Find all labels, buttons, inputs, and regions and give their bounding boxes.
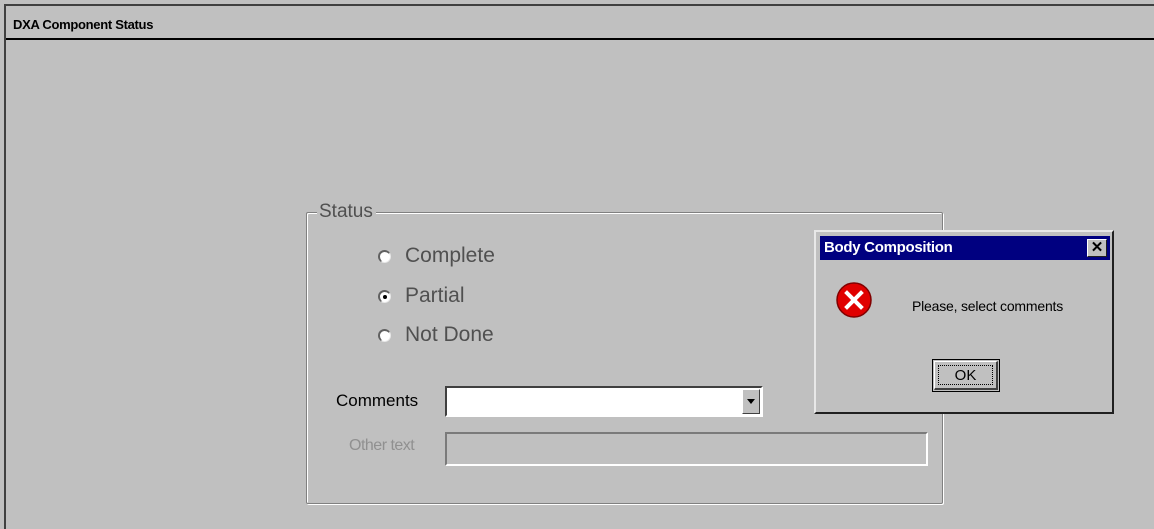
radio-button-icon[interactable] bbox=[378, 249, 391, 263]
page-title: DXA Component Status bbox=[13, 17, 154, 32]
dialog-title: Body Composition bbox=[824, 239, 953, 256]
radio-button-selected-icon[interactable] bbox=[378, 289, 391, 303]
dropdown-button[interactable] bbox=[742, 389, 760, 414]
radio-complete-label: Complete bbox=[405, 244, 495, 267]
error-icon bbox=[836, 282, 872, 318]
dialog-titlebar[interactable]: Body Composition ✕ bbox=[820, 236, 1110, 260]
close-icon: ✕ bbox=[1090, 239, 1104, 256]
radio-partial[interactable]: Partial bbox=[378, 284, 465, 308]
window-frame-left bbox=[4, 6, 6, 529]
window-frame-top bbox=[4, 4, 1154, 6]
error-dialog: Body Composition ✕ Please, select commen… bbox=[814, 230, 1114, 414]
radio-not-done[interactable]: Not Done bbox=[378, 323, 494, 347]
close-button[interactable]: ✕ bbox=[1087, 239, 1107, 257]
ok-button[interactable]: OK bbox=[932, 359, 1000, 392]
dialog-message: Please, select comments bbox=[912, 298, 1064, 314]
comments-label: Comments bbox=[336, 391, 419, 410]
status-group-legend: Status bbox=[317, 201, 376, 223]
radio-not-done-label: Not Done bbox=[405, 323, 494, 346]
comments-dropdown[interactable] bbox=[445, 386, 763, 417]
other-text-label: Other text bbox=[349, 437, 415, 454]
app-screen: DXA Component Status Status Complete Par… bbox=[0, 0, 1154, 529]
other-text-field bbox=[445, 432, 928, 466]
radio-partial-label: Partial bbox=[405, 284, 465, 307]
radio-button-icon[interactable] bbox=[378, 328, 391, 342]
title-divider bbox=[6, 38, 1154, 40]
radio-complete[interactable]: Complete bbox=[378, 244, 495, 268]
ok-button-label: OK bbox=[938, 365, 993, 385]
chevron-down-icon bbox=[747, 399, 755, 404]
